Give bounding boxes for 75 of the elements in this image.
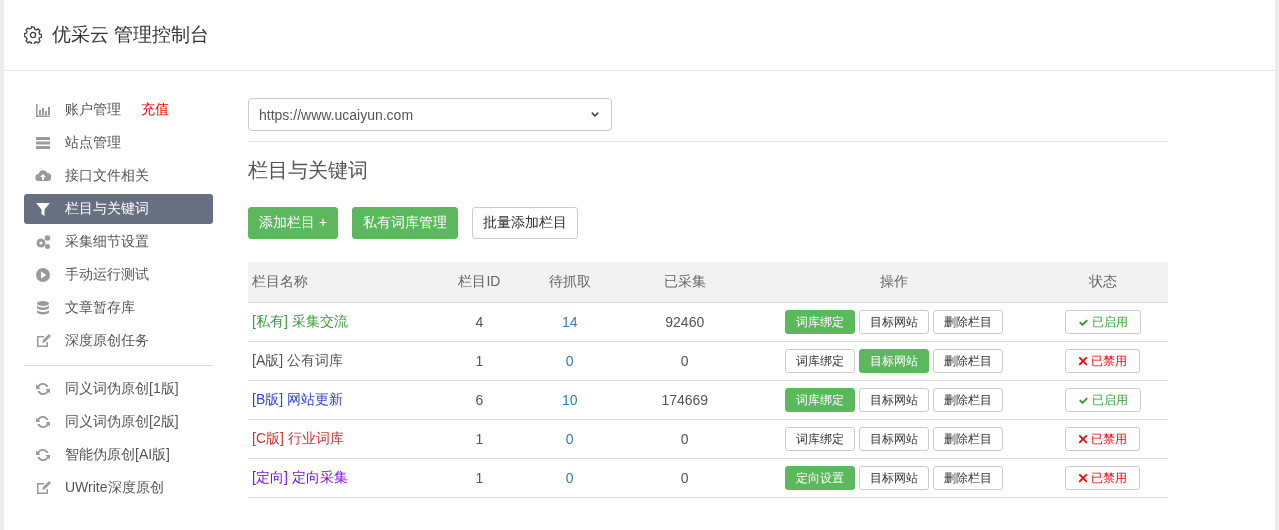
action-button[interactable]: 词库绑定 bbox=[784, 349, 855, 373]
status-button[interactable]: 已禁用 bbox=[1065, 427, 1141, 451]
action-button[interactable]: 删除栏目 bbox=[932, 427, 1003, 451]
page-heading: 栏目与关键词 bbox=[248, 158, 369, 183]
table-cell: 0 bbox=[619, 419, 750, 459]
settings-icon bbox=[24, 26, 42, 44]
column-header: 栏目名称 bbox=[248, 262, 440, 303]
sidebar-item[interactable]: 同义词伪原创[2版] bbox=[24, 407, 213, 437]
toolbar-button[interactable]: 批量添加栏目 bbox=[472, 207, 579, 239]
filter-icon bbox=[35, 201, 51, 217]
sidebar-item[interactable]: UWrite深度原创 bbox=[24, 473, 213, 503]
database-icon bbox=[35, 300, 51, 316]
table-cell: 4 bbox=[439, 302, 520, 342]
table-cell: [A版] 公有词库 bbox=[248, 341, 440, 381]
action-button[interactable]: 词库绑定 bbox=[784, 427, 855, 451]
table-cell: 1 bbox=[439, 458, 520, 498]
column-header: 状态 bbox=[1037, 262, 1168, 303]
status-button[interactable]: 已禁用 bbox=[1065, 466, 1141, 490]
table-cell: [私有] 采集交流 bbox=[248, 302, 440, 342]
table-cell: 174669 bbox=[619, 380, 750, 420]
column-header: 待抓取 bbox=[519, 262, 620, 303]
sidebar-item[interactable]: 智能伪原创[AI版] bbox=[24, 440, 213, 470]
sidebar-item[interactable]: 账户管理 充值 bbox=[24, 95, 213, 125]
cross-icon bbox=[1078, 434, 1089, 444]
table-cell: 6 bbox=[439, 380, 520, 420]
table-cell: 1 bbox=[439, 341, 520, 381]
sidebar-item[interactable]: 接口文件相关 bbox=[24, 161, 213, 191]
table-cell: 0 bbox=[619, 458, 750, 498]
sidebar-item[interactable]: 栏目与关键词 bbox=[24, 194, 213, 224]
refresh-icon bbox=[35, 381, 51, 397]
bar-chart-icon bbox=[35, 102, 51, 118]
table-cell: 0 bbox=[619, 341, 750, 381]
table-cell: 0 bbox=[519, 419, 620, 459]
sidebar-item[interactable]: 文章暂存库 bbox=[24, 293, 213, 323]
server-icon bbox=[35, 135, 51, 151]
sidebar-item[interactable]: 同义词伪原创[1版] bbox=[24, 374, 213, 404]
table-cell: 92460 bbox=[619, 302, 750, 342]
table-cell: 1 bbox=[439, 419, 520, 459]
action-button[interactable]: 目标网站 bbox=[858, 310, 929, 334]
table-cell: 10 bbox=[519, 380, 620, 420]
action-button[interactable]: 目标网站 bbox=[858, 388, 929, 412]
sidebar-item[interactable]: 站点管理 bbox=[24, 128, 213, 158]
refresh-icon bbox=[35, 414, 51, 430]
column-header: 已采集 bbox=[619, 262, 750, 303]
site-select[interactable]: https://www.ucaiyun.com bbox=[248, 98, 612, 131]
column-header: 栏目ID bbox=[439, 262, 520, 303]
action-button[interactable]: 目标网站 bbox=[858, 427, 929, 451]
column-header: 操作 bbox=[749, 262, 1038, 303]
app-title: 优采云 管理控制台 bbox=[52, 23, 210, 47]
action-button[interactable]: 删除栏目 bbox=[932, 349, 1003, 373]
status-button[interactable]: 已启用 bbox=[1064, 388, 1141, 412]
play-circle-icon bbox=[35, 267, 51, 283]
table-cell: [C版] 行业词库 bbox=[248, 419, 440, 459]
edit-icon bbox=[35, 333, 51, 349]
cross-icon bbox=[1078, 356, 1089, 366]
table-cell: [定向] 定向采集 bbox=[248, 458, 440, 498]
sidebar-item[interactable]: 深度原创任务 bbox=[24, 326, 213, 356]
table-cell: [B版] 网站更新 bbox=[248, 380, 440, 420]
cloud-upload-icon bbox=[35, 168, 51, 184]
action-button[interactable]: 删除栏目 bbox=[932, 466, 1003, 490]
status-button[interactable]: 已启用 bbox=[1064, 310, 1141, 334]
sidebar-item[interactable]: 采集细节设置 bbox=[24, 227, 213, 257]
action-button[interactable]: 删除栏目 bbox=[932, 388, 1003, 412]
status-button[interactable]: 已禁用 bbox=[1065, 349, 1141, 373]
table-cell: 0 bbox=[519, 458, 620, 498]
edit-icon bbox=[35, 480, 51, 496]
table-cell: 0 bbox=[519, 341, 620, 381]
table-cell: 14 bbox=[519, 302, 620, 342]
action-button[interactable]: 目标网站 bbox=[858, 466, 929, 490]
refresh-icon bbox=[35, 447, 51, 463]
recharge-link[interactable]: 充值 bbox=[141, 101, 169, 119]
sidebar-label: 账户管理 bbox=[65, 101, 121, 119]
action-button[interactable]: 删除栏目 bbox=[932, 310, 1003, 334]
cross-icon bbox=[1078, 473, 1089, 483]
sidebar-item[interactable]: 手动运行测试 bbox=[24, 260, 213, 290]
